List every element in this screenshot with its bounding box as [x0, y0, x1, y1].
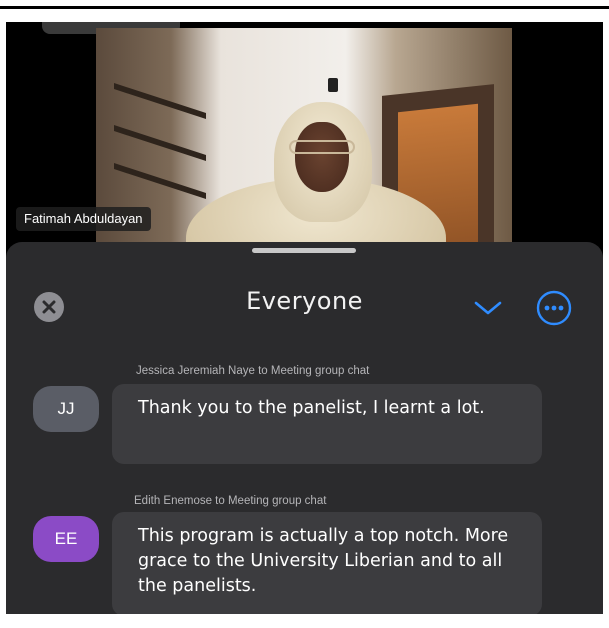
avatar[interactable]: EE — [33, 516, 99, 562]
participant-video[interactable] — [96, 28, 512, 268]
drag-handle[interactable] — [252, 248, 356, 253]
background-shelf — [114, 83, 206, 119]
background-shelf — [114, 163, 206, 199]
ceiling-light — [328, 78, 338, 92]
recipient-dropdown-button[interactable] — [472, 294, 504, 322]
avatar[interactable]: JJ — [33, 386, 99, 432]
more-options-icon — [536, 290, 572, 326]
message-bubble[interactable]: This program is actually a top notch. Mo… — [112, 512, 542, 614]
more-options-button[interactable] — [536, 290, 572, 326]
message-bubble[interactable]: Thank you to the panelist, I learnt a lo… — [112, 384, 542, 464]
top-divider — [0, 6, 609, 9]
participant-face — [295, 122, 349, 192]
background-shelf — [114, 125, 206, 161]
participant-glasses — [289, 140, 355, 154]
participant-name-tag: Fatimah Abduldayan — [16, 207, 151, 231]
chat-title: Everyone — [246, 287, 363, 315]
chat-panel: Everyone Jessica Jeremiah Naye to Meetin… — [6, 242, 603, 614]
message-sender: Jessica Jeremiah Naye to Meeting group c… — [136, 365, 370, 377]
chevron-down-icon — [474, 301, 502, 315]
meeting-screen: Fatimah Abduldayan Everyone Jessica Jere… — [6, 22, 603, 614]
message-sender: Edith Enemose to Meeting group chat — [134, 495, 327, 507]
